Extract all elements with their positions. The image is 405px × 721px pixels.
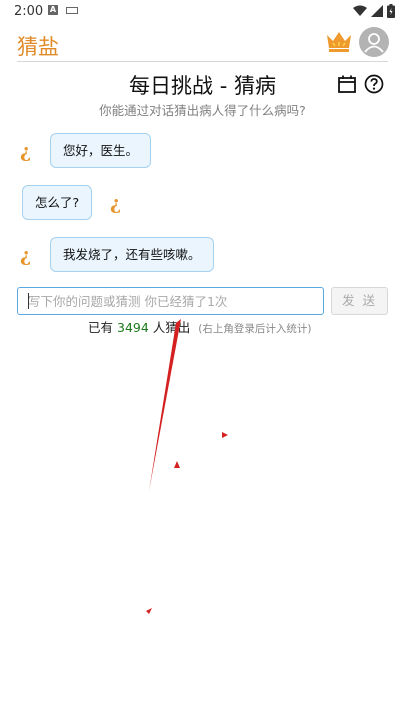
- calendar-icon[interactable]: [337, 74, 357, 94]
- avatar-icon[interactable]: [359, 27, 389, 57]
- chat-bubble-user: 怎么了?: [22, 185, 93, 220]
- stats-suffix: 人猜出: [152, 320, 191, 335]
- send-button[interactable]: 发 送: [331, 287, 388, 315]
- annotation-marker: [174, 461, 180, 468]
- wifi-icon: [353, 5, 367, 16]
- stats-prefix: 已有: [88, 320, 114, 335]
- help-icon[interactable]: [364, 74, 384, 94]
- annotation-stroke: [149, 319, 181, 491]
- annotation-marker: [146, 608, 152, 614]
- status-icons: [353, 3, 395, 19]
- crown-icon[interactable]: [325, 29, 353, 53]
- status-time: 2:00: [14, 4, 44, 19]
- solve-stats: 已有 3494 人猜出 (右上角登录后计入统计): [88, 317, 312, 336]
- question-input[interactable]: [17, 287, 324, 315]
- inverted-question-icon: ¿: [110, 192, 122, 214]
- challenge-subtitle: 你能通过对话猜出病人得了什么病吗?: [99, 103, 306, 118]
- input-method-icon: A: [48, 5, 58, 15]
- annotation-marker: [222, 432, 228, 438]
- status-bar: 2:00 A: [0, 0, 405, 24]
- person-icon: [364, 33, 384, 53]
- battery-icon: [387, 4, 395, 18]
- chat-bubble-patient: 您好，医生。: [50, 133, 152, 168]
- app-header: 猜盐: [17, 26, 389, 62]
- app-title: 猜盐: [17, 35, 59, 59]
- text-caret: [28, 293, 29, 309]
- solve-count: 3494: [117, 320, 149, 335]
- inverted-question-icon: ¿: [20, 140, 32, 162]
- stats-note: (右上角登录后计入统计): [198, 323, 312, 335]
- inverted-question-icon: ¿: [20, 244, 32, 266]
- chat-bubble-patient: 我发烧了，还有些咳嗽。: [50, 237, 214, 272]
- keyboard-icon: [66, 7, 78, 14]
- signal-icon: [371, 5, 383, 17]
